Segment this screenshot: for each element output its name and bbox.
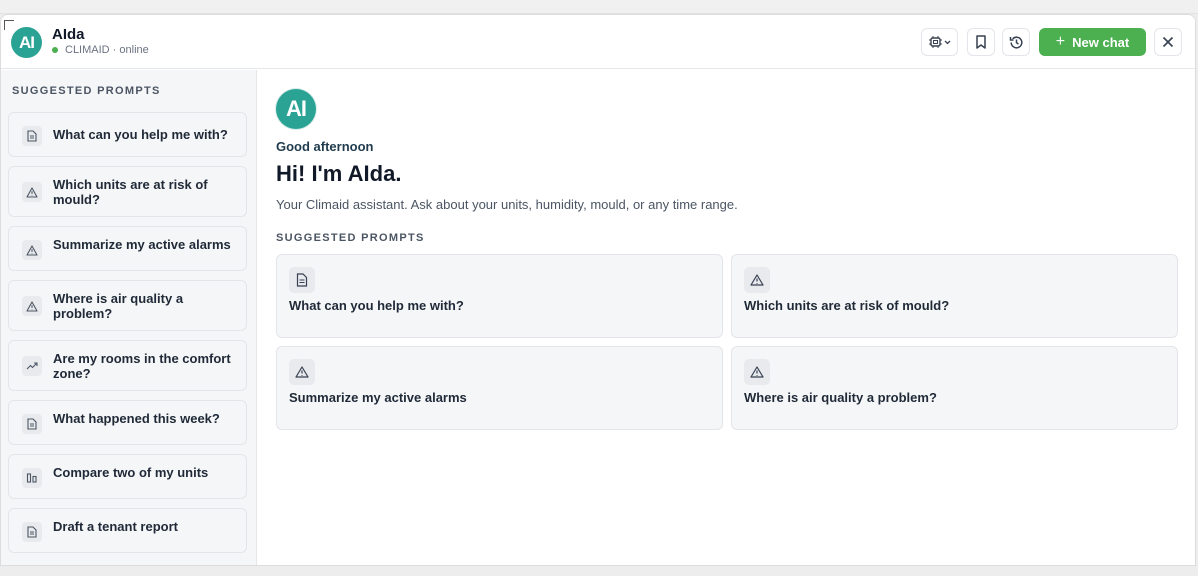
warning-icon — [744, 359, 770, 385]
new-chat-button[interactable]: + New chat — [1039, 28, 1146, 56]
suggested-prompts-sidebar: SUGGESTED PROMPTS What can you help me w… — [1, 70, 257, 565]
sidebar-prompt-item[interactable]: Draft a tenant report — [8, 508, 247, 553]
close-icon — [1162, 36, 1174, 48]
prompt-card-label: What can you help me with? — [289, 298, 464, 313]
prompt-card[interactable]: What can you help me with? — [276, 254, 723, 338]
warning-icon — [22, 296, 42, 316]
document-icon — [22, 414, 42, 434]
history-button[interactable] — [1002, 28, 1030, 56]
document-icon — [289, 267, 315, 293]
history-icon — [1009, 35, 1023, 48]
warning-icon — [744, 267, 770, 293]
chat-window: AI AIda CLIMAID · online + New chat SUGG… — [0, 14, 1196, 566]
assistant-status-text: CLIMAID · online — [65, 44, 149, 56]
sidebar-prompt-label: What happened this week? — [53, 411, 220, 426]
sidebar-prompt-item[interactable]: Compare two of my units — [8, 454, 247, 499]
sidebar-prompt-item[interactable]: What happened this week? — [8, 400, 247, 445]
sidebar-prompt-label: Are my rooms in the comfort zone? — [53, 350, 231, 381]
compare-bars-icon — [22, 468, 42, 488]
resize-corner-handle[interactable] — [4, 20, 14, 30]
assistant-name: AIda — [52, 26, 85, 43]
assistant-avatar: AI — [11, 27, 42, 58]
sidebar-prompt-item[interactable]: Where is air quality a problem? — [8, 280, 247, 331]
assistant-avatar-large: AI — [276, 89, 316, 129]
bookmark-button[interactable] — [967, 28, 995, 56]
prompt-card-label: Where is air quality a problem? — [744, 390, 937, 405]
prompt-card[interactable]: Which units are at risk of mould? — [731, 254, 1178, 338]
warning-icon — [289, 359, 315, 385]
model-select-button[interactable] — [921, 28, 958, 56]
prompt-card-label: Which units are at risk of mould? — [744, 298, 950, 313]
sidebar-prompt-item[interactable]: What can you help me with? — [8, 112, 247, 157]
welcome-headline: Hi! I'm AIda. — [276, 161, 402, 186]
prompts-section-title: SUGGESTED PROMPTS — [276, 232, 425, 244]
warning-icon — [22, 240, 42, 260]
sidebar-prompt-label: Draft a tenant report — [53, 519, 178, 534]
trend-up-icon — [22, 356, 42, 376]
sidebar-prompt-label: Which units are at risk of mould? — [53, 176, 208, 207]
greeting-text: Good afternoon — [276, 139, 374, 154]
assistant-description: Your Climaid assistant. Ask about your u… — [276, 197, 738, 212]
sidebar-prompt-item[interactable]: Summarize my active alarms — [8, 226, 247, 271]
sidebar-prompt-label: What can you help me with? — [53, 127, 228, 142]
sidebar-title: SUGGESTED PROMPTS — [12, 85, 161, 97]
new-chat-label: New chat — [1072, 34, 1130, 50]
close-button[interactable] — [1154, 28, 1182, 56]
sidebar-prompt-item[interactable]: Which units are at risk of mould? — [8, 166, 247, 217]
sidebar-prompt-label: Where is air quality a problem? — [53, 290, 184, 321]
chip-icon — [928, 36, 950, 48]
prompt-card-label: Summarize my active alarms — [289, 390, 467, 405]
document-icon — [22, 126, 42, 146]
browser-top-strip — [0, 0, 1198, 14]
sidebar-prompt-label: Summarize my active alarms — [53, 237, 231, 252]
online-status-dot — [52, 47, 58, 53]
avatar-initials: AI — [19, 32, 35, 52]
prompt-card[interactable]: Summarize my active alarms — [276, 346, 723, 430]
assistant-status: CLIMAID · online — [52, 44, 149, 56]
sidebar-prompt-label: Compare two of my units — [53, 465, 209, 480]
chat-header: AI AIda CLIMAID · online + New chat — [1, 15, 1195, 69]
chat-main-panel: AI Good afternoon Hi! I'm AIda. Your Cli… — [258, 70, 1195, 565]
document-icon — [22, 522, 42, 542]
sidebar-prompt-item[interactable]: Are my rooms in the comfort zone? — [8, 340, 247, 391]
warning-icon — [22, 182, 42, 202]
prompt-card[interactable]: Where is air quality a problem? — [731, 346, 1178, 430]
avatar-initials: AI — [286, 96, 307, 121]
bookmark-icon — [976, 35, 986, 49]
plus-icon: + — [1055, 33, 1066, 50]
